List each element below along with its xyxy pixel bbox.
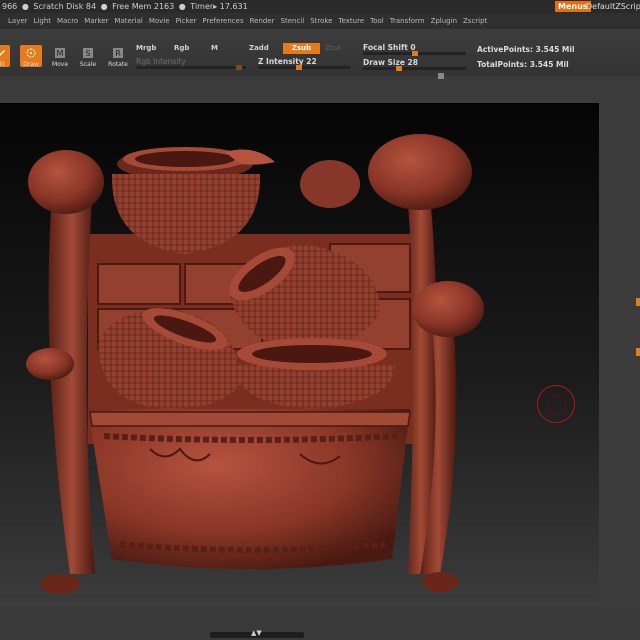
- active-points: ActivePoints: 3.545 Mil: [477, 45, 575, 54]
- draw-icon: [26, 48, 36, 58]
- menu-movie[interactable]: Movie: [146, 13, 173, 29]
- rgb-intensity-slider[interactable]: [136, 65, 246, 70]
- z-intensity-label: Z Intensity 22: [258, 57, 317, 66]
- status-dot: ●: [100, 2, 108, 11]
- brush-cursor-inner: [547, 395, 566, 414]
- menu-picker[interactable]: Picker: [173, 13, 200, 29]
- menu-material[interactable]: Material: [111, 13, 145, 29]
- points-count: 966: [2, 2, 18, 11]
- bottom-tray: [0, 607, 640, 640]
- focal-shift-slider[interactable]: [363, 51, 466, 56]
- free-mem: Free Mem 2163: [112, 2, 175, 11]
- script-name[interactable]: DefaultZScript: [586, 0, 640, 13]
- shelf-toggle[interactable]: [438, 73, 444, 79]
- status-bar: 966 ● Scratch Disk 84 ● Free Mem 2163 ● …: [0, 0, 640, 13]
- edit-button[interactable]: dit: [0, 45, 10, 68]
- menu-zplugin[interactable]: Zplugin: [428, 13, 460, 29]
- bottom-tray-arrows-icon[interactable]: ▲▼: [251, 629, 262, 637]
- draw-size-slider[interactable]: [363, 66, 466, 71]
- rotate-icon: R: [113, 48, 123, 58]
- move-label: Move: [51, 61, 69, 68]
- right-tray-marker[interactable]: [636, 348, 640, 356]
- focal-shift-label: Focal Shift 0: [363, 43, 416, 52]
- move-icon: M: [55, 48, 65, 58]
- menu-stroke[interactable]: Stroke: [307, 13, 335, 29]
- brush-cursor-icon: [537, 385, 575, 423]
- menu-render[interactable]: Render: [247, 13, 278, 29]
- svg-text:R: R: [115, 49, 121, 58]
- scratch-disk: Scratch Disk 84: [33, 2, 97, 11]
- total-points: TotalPoints: 3.545 Mil: [477, 60, 569, 69]
- rgb-intensity-label: Rgb Intensity: [136, 57, 186, 66]
- rgb-intensity-knob[interactable]: [236, 65, 242, 70]
- scale-button[interactable]: S Scale: [77, 45, 99, 68]
- menu-preferences[interactable]: Preferences: [199, 13, 246, 29]
- toolbar-shelf: [0, 76, 640, 103]
- right-tray[interactable]: [599, 90, 640, 640]
- rotate-button[interactable]: R Rotate: [107, 45, 129, 68]
- draw-size-label: Draw Size 28: [363, 58, 418, 67]
- menu-tool[interactable]: Tool: [367, 13, 387, 29]
- right-tray-marker[interactable]: [636, 298, 640, 306]
- status-dot: ●: [178, 2, 186, 11]
- edit-label: dit: [0, 61, 5, 68]
- scale-label: Scale: [79, 61, 97, 68]
- edit-icon: [0, 50, 5, 56]
- draw-size-knob[interactable]: [396, 66, 402, 71]
- menu-transform[interactable]: Transform: [387, 13, 428, 29]
- timer: Timer▸ 17.631: [190, 2, 248, 11]
- document-canvas[interactable]: [0, 103, 599, 608]
- mrgb-button[interactable]: Mrgb: [136, 43, 156, 54]
- menu-bar: Layer Light Macro Marker Material Movie Picker…: [0, 13, 640, 29]
- draw-button[interactable]: Draw: [20, 45, 42, 68]
- zadd-button[interactable]: Zadd: [249, 43, 269, 54]
- menu-layer[interactable]: Layer: [0, 13, 31, 29]
- rgb-button[interactable]: Rgb: [174, 43, 189, 54]
- zcut-button[interactable]: Zcut: [325, 43, 341, 54]
- z-intensity-knob[interactable]: [296, 65, 302, 70]
- svg-text:S: S: [85, 49, 90, 58]
- menu-stencil[interactable]: Stencil: [278, 13, 308, 29]
- sculpt-model: [26, 134, 484, 594]
- rotate-label: Rotate: [108, 61, 128, 68]
- status-dot: ●: [21, 2, 29, 11]
- svg-text:M: M: [57, 49, 64, 58]
- move-button[interactable]: M Move: [49, 45, 71, 68]
- menu-light[interactable]: Light: [31, 13, 54, 29]
- z-intensity-slider[interactable]: [258, 65, 350, 70]
- focal-shift-knob[interactable]: [412, 51, 418, 56]
- menu-zscript[interactable]: Zscript: [460, 13, 490, 29]
- scale-icon: S: [83, 48, 93, 58]
- menu-macro[interactable]: Macro: [54, 13, 81, 29]
- menu-texture[interactable]: Texture: [336, 13, 368, 29]
- menu-marker[interactable]: Marker: [81, 13, 111, 29]
- zsub-button[interactable]: Zsub: [283, 43, 320, 54]
- m-button[interactable]: M: [211, 43, 218, 54]
- draw-label: Draw: [23, 61, 39, 68]
